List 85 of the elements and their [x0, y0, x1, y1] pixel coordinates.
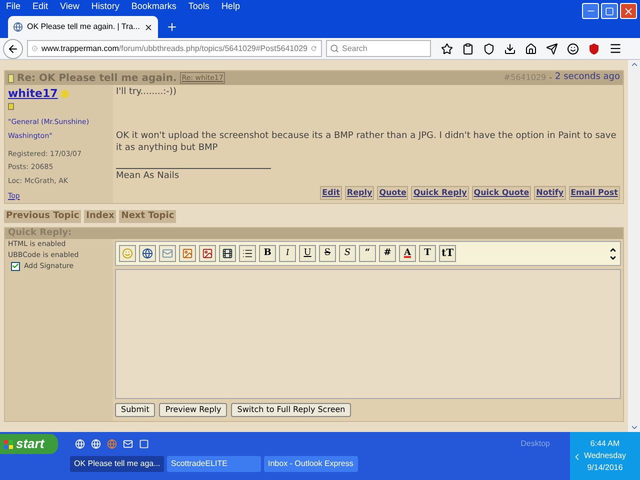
home-icon[interactable] [525, 42, 537, 54]
menu-item[interactable]: Help [215, 0, 246, 14]
shield-icon[interactable] [588, 42, 600, 54]
clock-day: Wednesday [584, 450, 626, 462]
format-button[interactable]: B [259, 245, 276, 262]
address-bar[interactable]: www.trapperman.com/forum/ubbthreads.php/topics/5641029#Post5641029 [27, 40, 322, 57]
envelope-icon [162, 248, 173, 259]
menu-item[interactable]: File [0, 0, 27, 14]
toolbar-button[interactable] [219, 245, 236, 262]
minimize-button[interactable] [582, 3, 599, 19]
separator-text: - [549, 72, 552, 84]
mail-icon[interactable] [123, 439, 133, 449]
list-icon [242, 248, 253, 259]
post-action-link[interactable]: Notify [534, 186, 566, 200]
post-action-link[interactable]: Edit [320, 186, 342, 200]
close-icon [623, 6, 634, 16]
taskbar-button[interactable]: OK Please tell me aga... [70, 456, 164, 472]
menu-item[interactable]: History [85, 0, 126, 14]
menu-item[interactable]: Edit [26, 0, 54, 14]
scroll-down-icon[interactable] [630, 423, 638, 432]
globe-icon [13, 22, 23, 32]
form-button[interactable]: Submit [115, 403, 156, 417]
post-action-link[interactable]: Reply [344, 186, 374, 200]
search-field[interactable]: Search [326, 40, 431, 57]
format-button[interactable]: S [319, 245, 336, 262]
close-button[interactable] [620, 3, 637, 19]
scrollbar[interactable] [628, 60, 640, 432]
clock-date: 9/14/2016 [587, 462, 623, 474]
clock-time: 6:44 AM [590, 438, 620, 450]
image-icon [202, 248, 213, 259]
signature: Mean As Nails [116, 170, 180, 182]
quick-launch-icon[interactable] [91, 439, 101, 449]
menu-icon[interactable] [609, 42, 622, 55]
desktop-toolbar-label: Desktop [520, 438, 550, 450]
download-icon[interactable] [504, 42, 516, 54]
taskbar-button[interactable]: ScottradeELITE [167, 456, 261, 472]
browser-tab[interactable]: OK Please tell me again. | Tra... [8, 16, 158, 38]
toolbar-button[interactable] [139, 245, 156, 262]
format-button[interactable]: A [399, 245, 416, 262]
post-action-link[interactable]: Quick Reply [411, 186, 469, 200]
post-text: I'll try........:-)) [116, 86, 178, 99]
toolbar-button[interactable] [199, 245, 216, 262]
info-icon[interactable] [32, 44, 38, 53]
close-icon[interactable] [144, 22, 153, 32]
toolbar-button[interactable] [239, 245, 256, 262]
format-button[interactable]: tT [439, 245, 456, 262]
format-button[interactable]: # [379, 245, 396, 262]
send-icon[interactable] [546, 42, 558, 54]
post-action-link[interactable]: Email Post [568, 186, 620, 200]
search-icon [330, 44, 339, 53]
back-arrow-icon [7, 42, 19, 54]
clipboard-icon[interactable] [462, 42, 474, 54]
quick-launch-icon[interactable] [75, 439, 85, 449]
post-time: 2 seconds ago [555, 71, 620, 84]
menu-item[interactable]: Bookmarks [125, 0, 182, 14]
form-button[interactable]: Switch to Full Reply Screen [231, 403, 352, 417]
new-tab-icon[interactable] [166, 21, 178, 33]
format-button[interactable]: U [299, 245, 316, 262]
format-button[interactable]: S [339, 245, 356, 262]
post-action-link[interactable]: Quick Quote [472, 186, 532, 200]
image-icon [182, 248, 193, 259]
signature-checkbox[interactable] [11, 262, 20, 271]
bookmark-star-icon[interactable] [441, 42, 453, 54]
maximize-button[interactable] [601, 3, 618, 19]
post-action-link[interactable]: Quote [377, 186, 408, 200]
globe-icon [142, 248, 153, 259]
taskbar-button[interactable]: Inbox - Outlook Express [264, 456, 358, 472]
scroll-up-icon[interactable] [630, 60, 638, 69]
post-text: OK it won't upload the screenshot because its a BMP rather than a JPG. I didn't have the option in Paint to save it as anything but BMP [116, 130, 618, 154]
form-button[interactable]: Preview Reply [159, 403, 228, 417]
maximize-icon [605, 6, 614, 16]
film-icon [222, 248, 233, 259]
author-link[interactable]: white17 [8, 86, 58, 102]
format-button[interactable]: “ [359, 245, 376, 262]
back-button[interactable] [3, 38, 23, 58]
post-title: Re: OK Please tell me again. [17, 72, 177, 86]
format-button[interactable]: T [419, 245, 436, 262]
url-text: www.trapperman.com/forum/ubbthreads.php/topics/5641029#Post5641029 [42, 42, 308, 54]
format-button[interactable]: I [279, 245, 296, 262]
menu-item[interactable]: Tools [182, 0, 216, 14]
post-icon [8, 74, 14, 82]
rank-icon [8, 102, 14, 110]
windows-logo-icon [4, 440, 13, 448]
reload-icon[interactable] [311, 44, 317, 53]
menu-item[interactable]: View [54, 0, 86, 14]
